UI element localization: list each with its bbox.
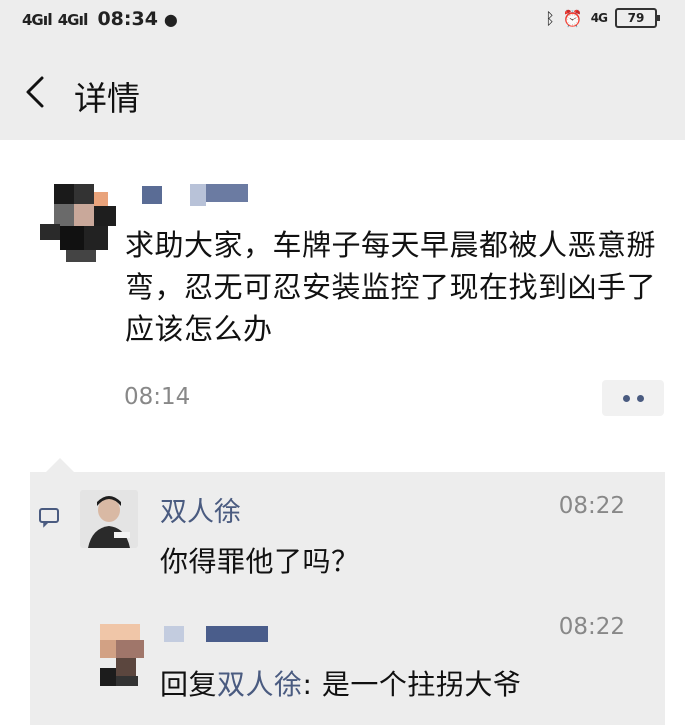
reply-target-name[interactable]: 双人徐 <box>217 668 303 701</box>
more-dots-icon <box>636 394 644 402</box>
signal-icon: 4Gıl <box>22 9 53 29</box>
poster-name-blurred <box>142 182 252 210</box>
back-button[interactable] <box>18 70 54 114</box>
comment-time: 08:22 <box>558 493 625 519</box>
post-text: 求助大家，车牌子每天早晨都被人恶意掰弯，忍无可忍安装监控了现在找到凶手了应该怎么… <box>125 228 657 346</box>
more-button[interactable] <box>602 380 664 416</box>
alarm-icon: ⏰ <box>562 8 583 28</box>
navigation-header: 详情 <box>0 44 685 140</box>
status-right: ᛒ ⏰ 4G 79 <box>545 8 660 28</box>
reply-content: : 是一个拄拐大爷 <box>302 668 522 701</box>
status-bar: 4Gıl 4Gıl 08:34 ● ᛒ ⏰ 4G 79 <box>0 0 685 44</box>
bluetooth-icon: ᛒ <box>545 8 555 28</box>
comment-icon <box>38 506 60 528</box>
reply-avatar[interactable] <box>100 624 146 686</box>
wechat-icon: ● <box>163 9 178 29</box>
battery-level: 79 <box>627 11 645 25</box>
commenter-name[interactable]: 双人徐 <box>160 490 241 529</box>
signal-icon-2: 4Gıl <box>57 9 89 29</box>
status-time: 08:34 <box>97 8 158 30</box>
battery-icon: 79 <box>615 8 660 28</box>
network-label: 4G <box>590 11 608 25</box>
comment-text: 你得罪他了吗？ <box>160 545 360 578</box>
page-title: 详情 <box>74 79 140 118</box>
reply-time: 08:22 <box>558 614 625 640</box>
more-dots-icon <box>622 394 630 402</box>
reply-text: 回复双人徐: 是一个拄拐大爷 <box>160 663 521 703</box>
status-left: 4Gıl 4Gıl 08:34 ● <box>22 8 178 30</box>
reply-name-blurred <box>160 622 270 646</box>
post-time: 08:14 <box>124 384 191 410</box>
reply-prefix: 回复 <box>160 668 218 701</box>
commenter-avatar[interactable] <box>80 490 138 548</box>
avatar[interactable] <box>36 178 126 268</box>
chevron-left-icon <box>26 76 44 108</box>
